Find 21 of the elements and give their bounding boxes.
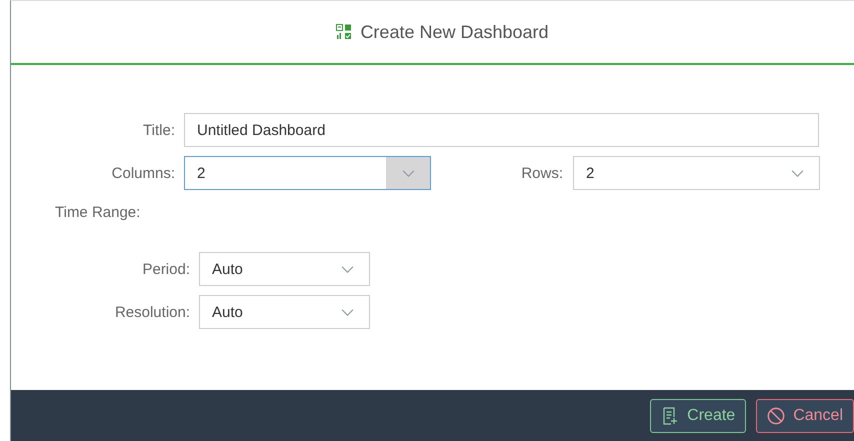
chevron-down-icon [340, 264, 354, 274]
dialog-title: Create New Dashboard [360, 22, 549, 42]
select-dropdown[interactable]: Auto [199, 252, 370, 286]
document-add-icon [661, 406, 680, 424]
field-label: Resolution: [114, 304, 190, 320]
chevron-down-icon [340, 308, 354, 316]
prohibited-icon [767, 406, 786, 424]
cancel-button[interactable]: Cancel [756, 398, 854, 432]
section-label: Time Range: [54, 204, 142, 221]
field-label: Rows: [520, 164, 563, 182]
chevron-down-icon [400, 168, 416, 178]
select-dropdown[interactable]: Auto [199, 295, 370, 329]
field-label: Columns: [110, 164, 175, 182]
create-button[interactable]: Create [650, 398, 746, 432]
chevron-down-icon [790, 168, 804, 178]
field-label: Title: [142, 122, 175, 138]
dashboard-icon [336, 24, 352, 40]
columns-dropdown[interactable]: 2 [184, 156, 431, 190]
field-label: Period: [141, 260, 190, 278]
rows-dropdown[interactable]: 2 [573, 156, 820, 190]
title-input[interactable]: Untitled Dashboard [184, 113, 819, 147]
